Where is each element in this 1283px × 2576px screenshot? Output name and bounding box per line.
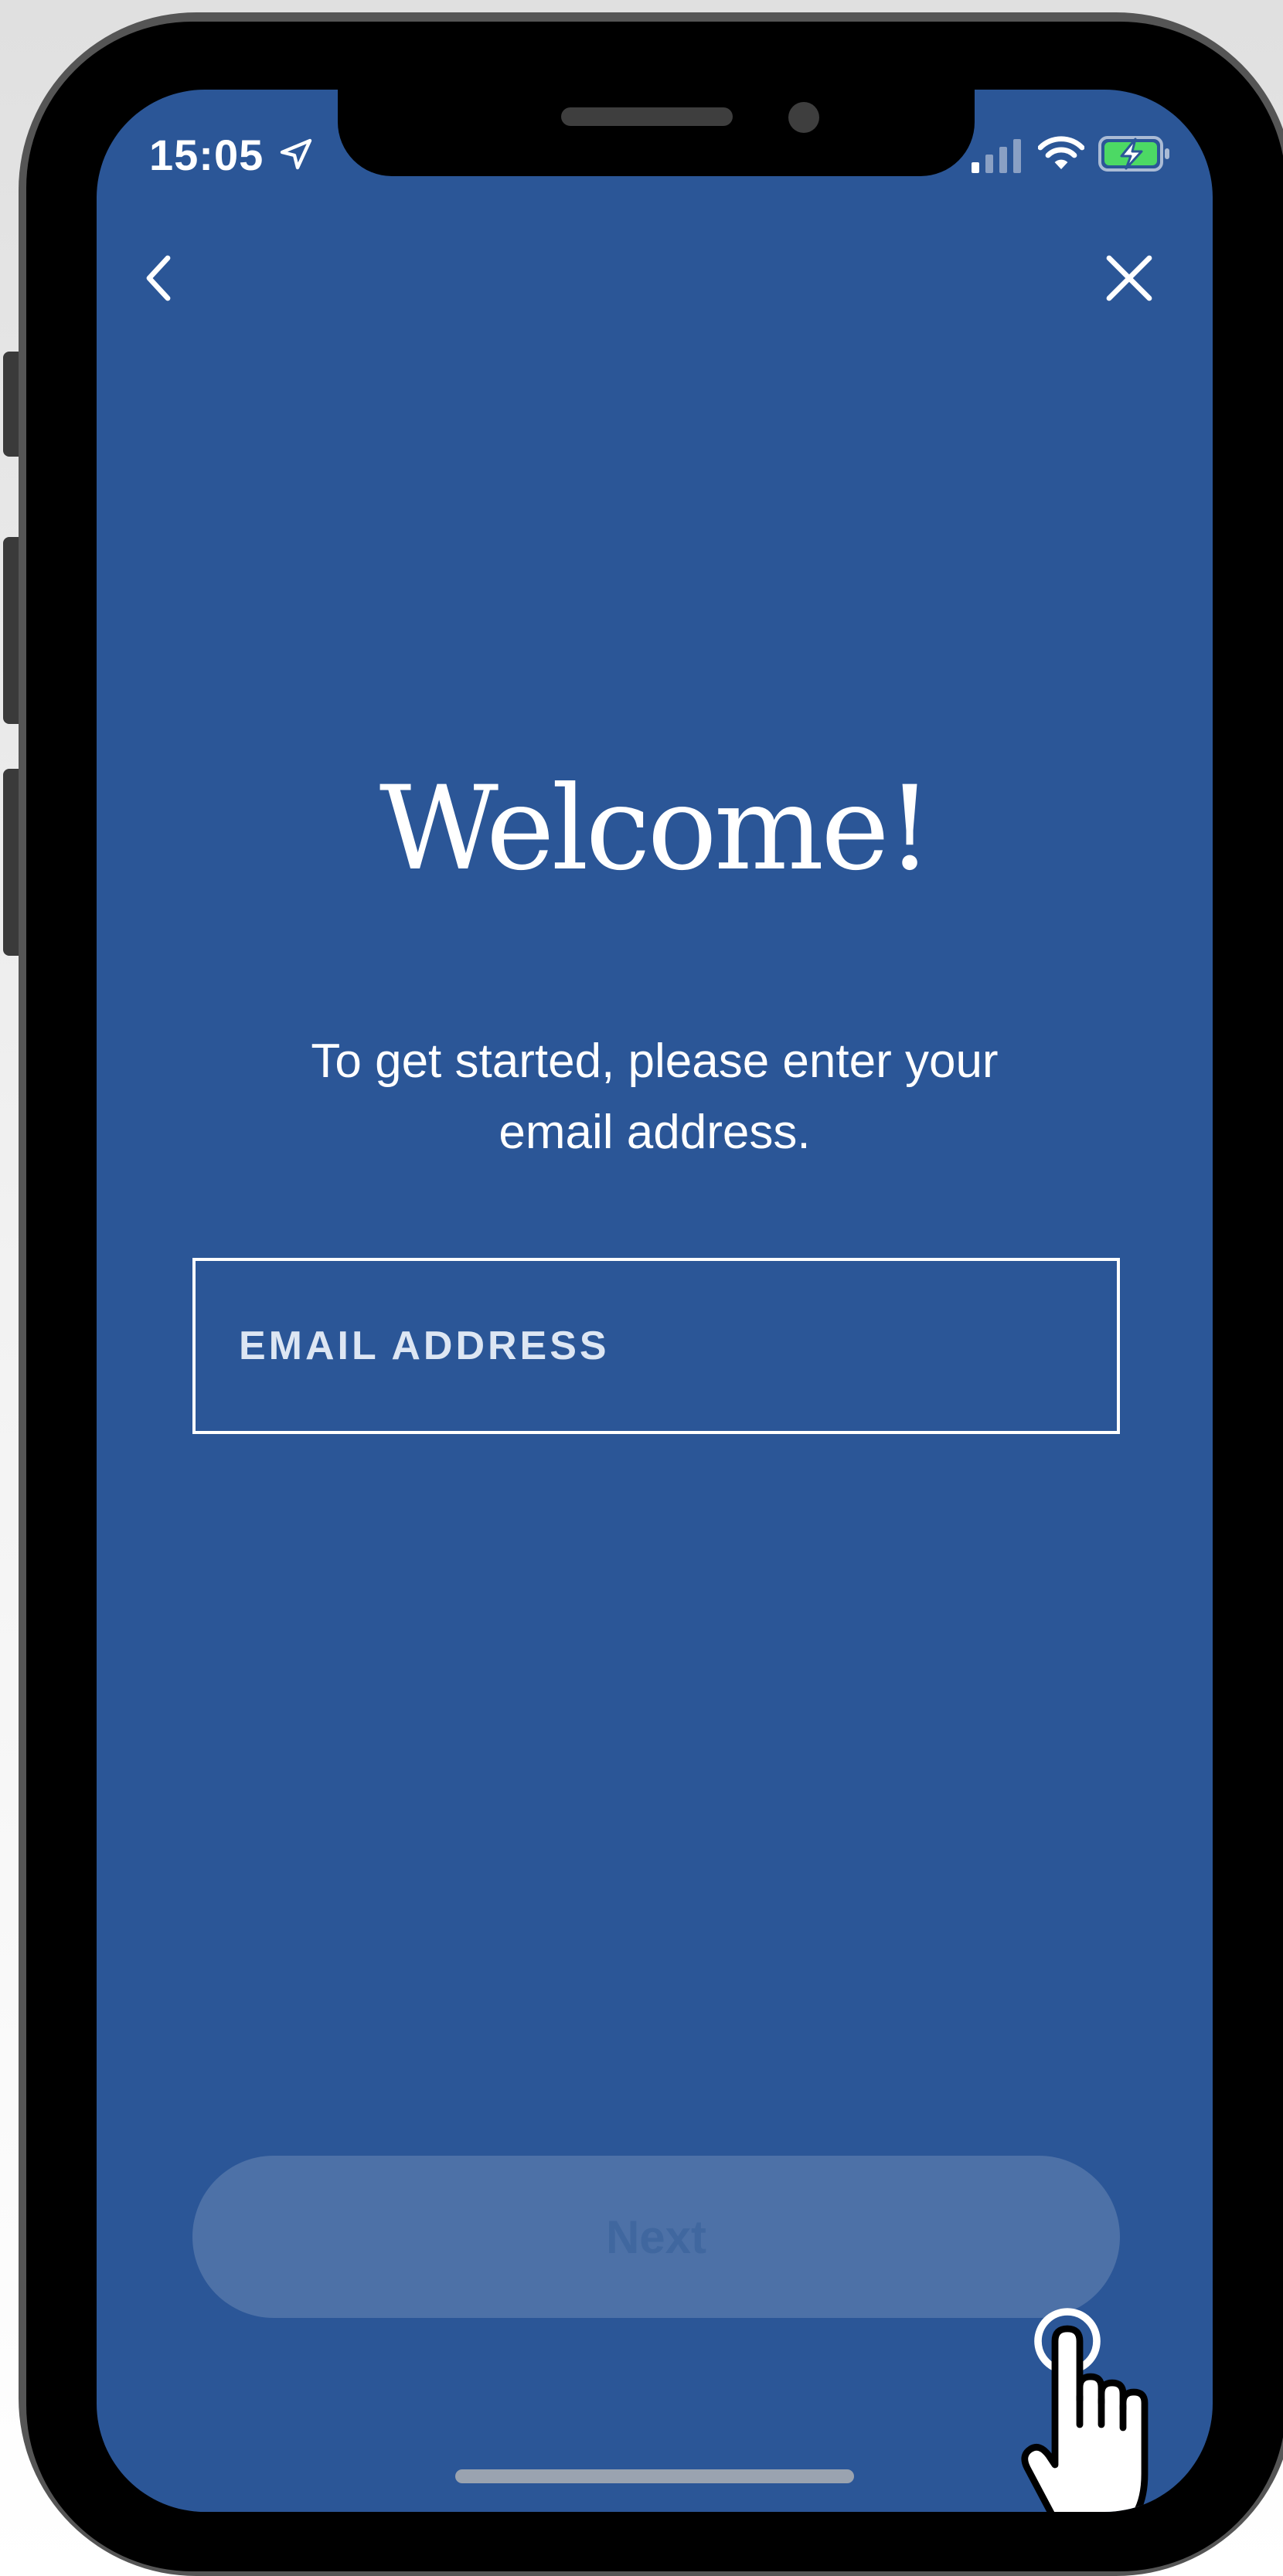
wifi-icon (1038, 136, 1084, 169)
email-input[interactable] (196, 1261, 1117, 1431)
home-indicator[interactable] (455, 2469, 854, 2483)
email-field[interactable] (192, 1258, 1120, 1434)
close-icon[interactable] (1103, 252, 1155, 304)
speaker-grille (561, 107, 733, 126)
chevron-left-icon[interactable] (137, 249, 183, 308)
status-time: 15:05 (149, 131, 264, 179)
cellular-signal-icon (972, 139, 1021, 173)
app-screen: 15:05 Welcome! To get started, please en… (97, 90, 1213, 2512)
next-button[interactable]: Next (192, 2156, 1120, 2318)
tap-hand-icon (1021, 2308, 1149, 2512)
front-camera (788, 102, 819, 133)
location-arrow-icon (280, 138, 312, 170)
welcome-title: Welcome! (379, 762, 933, 896)
instruction-text: To get started, please enter your email … (311, 1035, 999, 1159)
battery-charging-icon (1098, 136, 1169, 172)
notch (338, 90, 975, 176)
